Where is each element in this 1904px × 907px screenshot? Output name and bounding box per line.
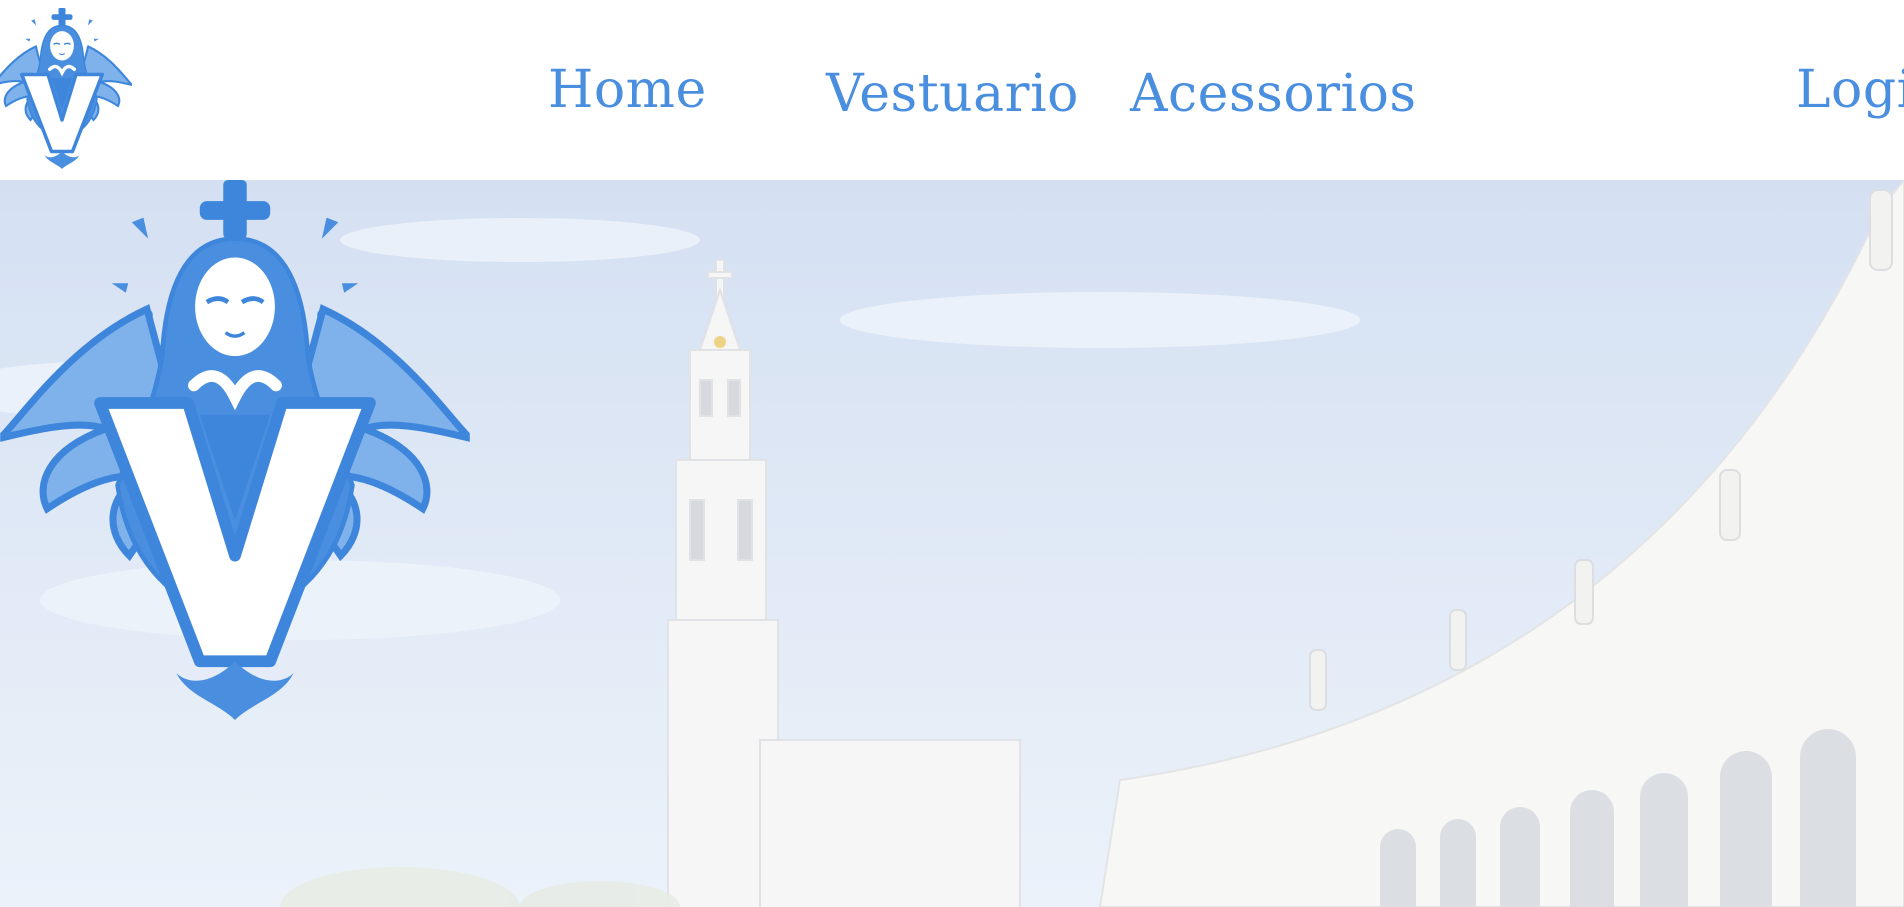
nav-link-home[interactable]: Home — [548, 60, 707, 120]
nav-link-login[interactable]: Logi — [1796, 60, 1904, 120]
nav-link-acessorios[interactable]: Acessorios — [1130, 64, 1417, 124]
hero-banner — [0, 180, 1904, 907]
hero-emblem-icon — [0, 180, 470, 720]
top-navbar: Home Vestuario Acessorios Logi — [0, 0, 1904, 180]
brand-logo-icon[interactable] — [0, 6, 132, 171]
nav-link-vestuario[interactable]: Vestuario — [826, 64, 1079, 124]
